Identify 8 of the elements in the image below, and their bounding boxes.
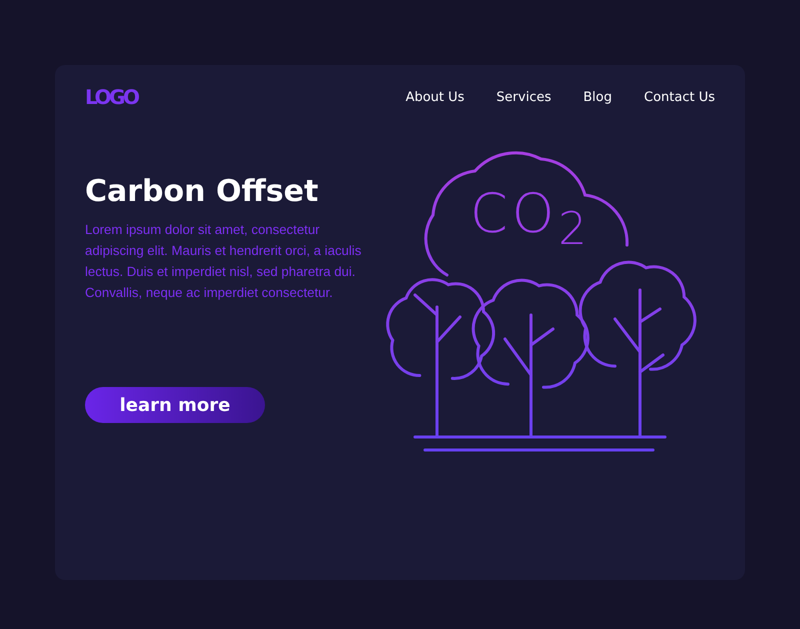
nav-link[interactable]: About Us xyxy=(406,90,464,104)
hero-title: Carbon Offset xyxy=(85,173,320,211)
nav-link[interactable]: Contact Us xyxy=(644,90,715,104)
co2-label: CO$_{2}$ xyxy=(470,187,591,251)
hero-text: Lorem ipsum dolor sit amet, consectetur adipiscing elit. Mauris et hendrerit orci, a iaculis lectus. Duis et imperdiet nisl, sed pharetra dui. Convallis, neque ac imperdiet consectetur. xyxy=(85,221,362,302)
nav-link[interactable]: Blog xyxy=(583,90,612,104)
nav-link[interactable]: Services xyxy=(496,90,552,104)
learn-more-button[interactable]: learn more xyxy=(85,387,265,423)
